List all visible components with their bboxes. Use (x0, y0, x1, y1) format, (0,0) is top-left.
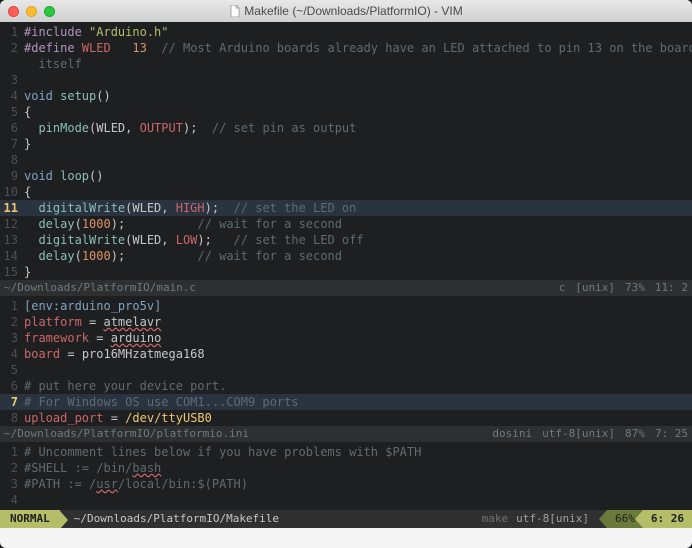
cursor-position: 6: 26 (643, 510, 692, 528)
statusbar: NORMAL ~/Downloads/PlatformIO/Makefile m… (0, 510, 692, 528)
pane-main-c[interactable]: 1#include "Arduino.h" 2#define WLED 13 /… (0, 22, 692, 280)
split-status-main-c: ~/Downloads/PlatformIO/main.c c[unix]73%… (0, 280, 692, 296)
titlebar: Makefile (~/Downloads/PlatformIO) - VIM (0, 0, 692, 22)
pane-platformio-ini[interactable]: 1[env:arduino_pro5v] 2platform = atmelav… (0, 296, 692, 426)
window-title: Makefile (~/Downloads/PlatformIO) - VIM (0, 4, 692, 18)
window: Makefile (~/Downloads/PlatformIO) - VIM … (0, 0, 692, 548)
split-status-platformio: ~/Downloads/PlatformIO/platformio.ini do… (0, 426, 692, 442)
current-file: ~/Downloads/PlatformIO/Makefile (74, 511, 279, 527)
filetype: make (482, 511, 509, 527)
editor[interactable]: 1#include "Arduino.h" 2#define WLED 13 /… (0, 22, 692, 528)
encoding: utf-8[unix] (516, 511, 589, 527)
mode-indicator: NORMAL (0, 511, 60, 527)
document-icon (229, 5, 241, 17)
